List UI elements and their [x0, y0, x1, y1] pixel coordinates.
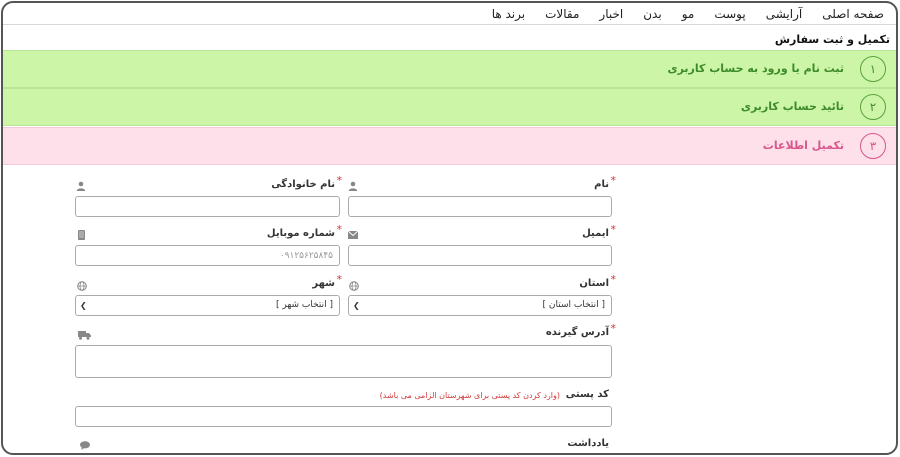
user-icon: [348, 181, 358, 191]
top-nav: صفحه اصلی آرایشی پوست مو بدن اخبار مقالا…: [3, 3, 896, 25]
address-required: *: [610, 322, 617, 335]
city-label: شهر: [312, 278, 335, 289]
first-name-input[interactable]: [348, 196, 612, 217]
email-required: *: [610, 223, 617, 236]
page-title: تکمیل و ثبت سفارش: [774, 33, 890, 46]
step-1-number: ۱: [860, 56, 886, 82]
user-icon: [76, 181, 86, 191]
first-name-required: *: [610, 174, 617, 187]
note-label: یادداشت: [567, 438, 609, 449]
globe-icon: [349, 281, 359, 291]
email-label: ایمیل: [582, 228, 609, 239]
step-2-label: تائید حساب کاربری: [740, 100, 844, 113]
nav-item-news[interactable]: اخبار: [589, 3, 633, 24]
step-1: ۱ ثبت نام یا ورود به حساب کاربری: [3, 50, 896, 88]
last-name-input[interactable]: [75, 196, 340, 217]
nav-item-home[interactable]: صفحه اصلی: [812, 3, 884, 24]
nav-item-cosmetics[interactable]: آرایشی: [756, 3, 813, 24]
step-2: ۲ تائید حساب کاربری: [3, 88, 896, 126]
city-selected-value: [ انتخاب شهر ]: [275, 300, 333, 310]
nav-item-brands[interactable]: برند ها: [482, 3, 535, 24]
last-name-label: نام خانوادگی: [271, 179, 335, 190]
chevron-down-icon: ❯: [353, 301, 360, 310]
city-select[interactable]: [ انتخاب شهر ] ❯: [75, 295, 340, 316]
envelope-icon: [348, 231, 358, 241]
address-textarea[interactable]: [75, 345, 612, 378]
step-3-label: تکمیل اطلاعات: [762, 139, 844, 152]
mobile-label: شماره موبایل: [266, 228, 335, 239]
postal-code-hint: (وارد کردن کد پستی برای شهرستان الزامی م…: [379, 391, 560, 400]
province-label: استان: [579, 278, 609, 289]
postal-code-input[interactable]: [75, 406, 612, 427]
mobile-input[interactable]: [75, 245, 340, 266]
province-required: *: [610, 273, 617, 286]
city-required: *: [336, 273, 343, 286]
globe-icon: [77, 281, 87, 291]
step-1-label: ثبت نام یا ورود به حساب کاربری: [667, 62, 845, 75]
address-label: آدرس گیرنده: [545, 327, 609, 338]
mobile-required: *: [336, 223, 343, 236]
nav-item-body[interactable]: بدن: [633, 3, 671, 24]
nav-item-skin[interactable]: پوست: [704, 3, 755, 24]
email-input[interactable]: [348, 245, 612, 266]
truck-icon: [78, 331, 91, 341]
province-selected-value: [ انتخاب استان ]: [542, 300, 605, 310]
first-name-label: نام: [594, 179, 609, 190]
province-select[interactable]: [ انتخاب استان ] ❯: [348, 295, 612, 316]
nav-item-articles[interactable]: مقالات: [535, 3, 589, 24]
step-3: ۳ تکمیل اطلاعات: [3, 127, 896, 165]
step-2-number: ۲: [860, 94, 886, 120]
mobile-phone-icon: [78, 230, 88, 240]
comment-icon: [80, 441, 90, 451]
chevron-down-icon: ❯: [80, 301, 87, 310]
last-name-required: *: [336, 174, 343, 187]
postal-code-label: کد پستی: [565, 389, 609, 400]
step-3-number: ۳: [860, 133, 886, 159]
browser-frame: صفحه اصلی آرایشی پوست مو بدن اخبار مقالا…: [1, 1, 898, 455]
nav-item-hair[interactable]: مو: [672, 3, 705, 24]
